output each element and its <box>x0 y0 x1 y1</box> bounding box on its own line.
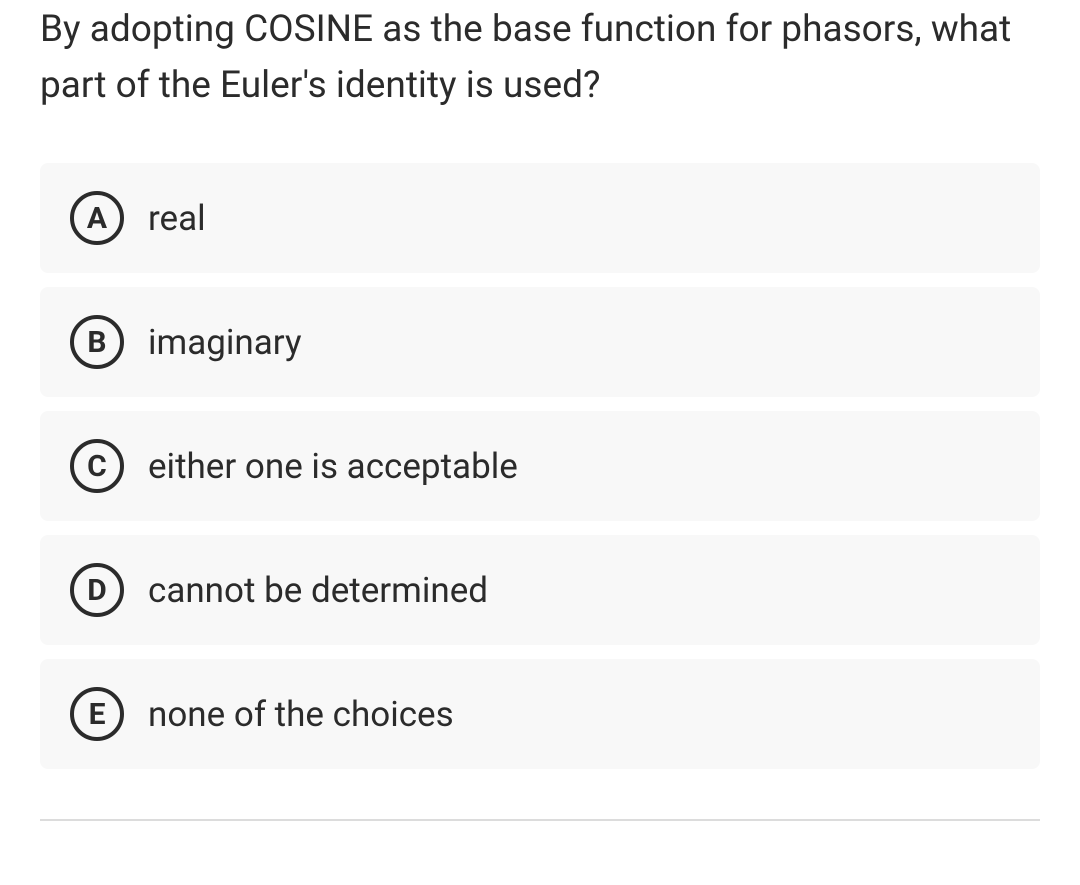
option-text: imaginary <box>148 322 302 363</box>
option-letter-badge: D <box>70 563 124 617</box>
options-list: A real B imaginary C either one is accep… <box>40 163 1040 769</box>
option-text: none of the choices <box>148 694 454 735</box>
question-text: By adopting COSINE as the base function … <box>40 0 1040 113</box>
option-b[interactable]: B imaginary <box>40 287 1040 397</box>
option-letter-badge: C <box>70 439 124 493</box>
option-text: cannot be determined <box>148 570 488 611</box>
option-d[interactable]: D cannot be determined <box>40 535 1040 645</box>
option-c[interactable]: C either one is acceptable <box>40 411 1040 521</box>
option-letter-badge: A <box>70 191 124 245</box>
option-text: either one is acceptable <box>148 446 518 487</box>
option-text: real <box>148 198 206 239</box>
option-letter-badge: E <box>70 687 124 741</box>
option-letter-badge: B <box>70 315 124 369</box>
divider <box>40 819 1040 821</box>
option-e[interactable]: E none of the choices <box>40 659 1040 769</box>
option-a[interactable]: A real <box>40 163 1040 273</box>
